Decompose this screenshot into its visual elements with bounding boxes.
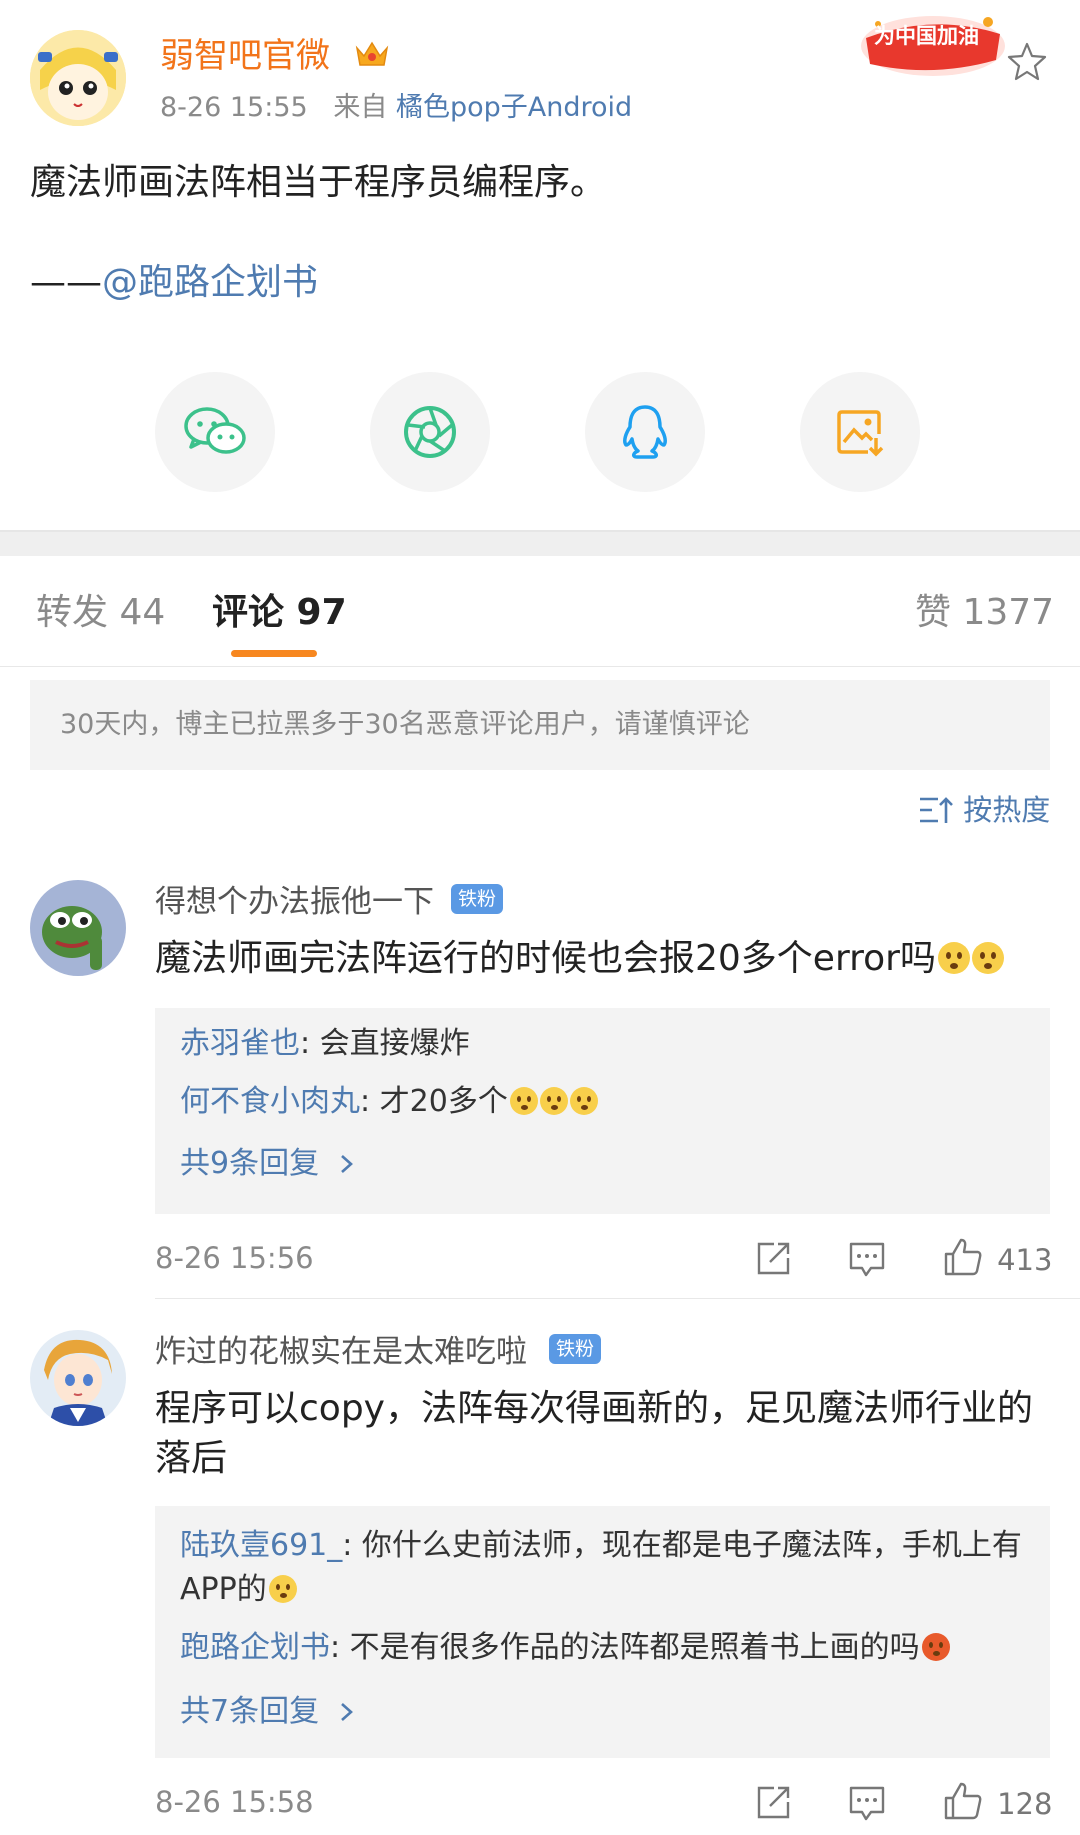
surprised-emoji-icon bbox=[971, 942, 1004, 974]
sort-label: 按热度 bbox=[963, 793, 1051, 827]
wechat-icon bbox=[184, 407, 246, 454]
more-replies-link[interactable]: 共7条回复 bbox=[180, 1690, 357, 1734]
save-image-icon bbox=[837, 410, 884, 457]
tab-divider bbox=[0, 666, 1080, 667]
repost-comment-icon[interactable] bbox=[754, 1240, 792, 1278]
post-mention-line: ——@跑路企划书 bbox=[30, 258, 318, 308]
reply-item: 何不食小肉丸: 才20多个 bbox=[180, 1080, 598, 1124]
more-replies-label: 共9条回复 bbox=[180, 1146, 320, 1181]
yummy-emoji-icon bbox=[268, 1575, 297, 1603]
share-wechat-button[interactable] bbox=[155, 372, 275, 492]
reply-text: : 不是有很多作品的法阵都是照着书上画的吗 bbox=[330, 1630, 920, 1665]
post-body: 魔法师画法阵相当于程序员编程序。 bbox=[30, 162, 607, 203]
comment-avatar[interactable] bbox=[30, 880, 126, 976]
comment-text: 魔法师画完法阵运行的时候也会报20多个error吗 bbox=[155, 934, 1055, 984]
like-count: 128 bbox=[997, 1787, 1053, 1821]
event-badge-label: 为中国加油 bbox=[874, 24, 979, 48]
reply-comment-icon[interactable] bbox=[848, 1240, 886, 1278]
source-prefix: 来自 bbox=[333, 92, 388, 123]
reply-preview-box[interactable]: 陆玖壹691_: 你什么史前法师，现在都是电子魔法阵，手机上有APP的 跑路企划… bbox=[155, 1506, 1050, 1758]
comment-avatar[interactable] bbox=[30, 1330, 126, 1426]
chevron-right-icon bbox=[340, 1703, 353, 1721]
section-gap bbox=[0, 530, 1080, 556]
reply-username[interactable]: 何不食小肉丸 bbox=[180, 1084, 360, 1119]
author-name[interactable]: 弱智吧官微 bbox=[160, 32, 330, 80]
moments-icon bbox=[404, 406, 456, 458]
crown-icon bbox=[354, 38, 390, 70]
reply-username[interactable]: 陆玖壹691_ bbox=[180, 1528, 342, 1563]
tab-likes[interactable]: 赞 1377 bbox=[915, 588, 1054, 638]
share-moments-button[interactable] bbox=[370, 372, 490, 492]
mention-dash: —— bbox=[30, 262, 102, 303]
comment-time: 8-26 15:58 bbox=[155, 1785, 314, 1819]
more-replies-label: 共7条回复 bbox=[180, 1694, 320, 1729]
sort-toggle[interactable]: 按热度 bbox=[918, 790, 1050, 830]
post-source[interactable]: 橘色pop子Android bbox=[396, 92, 632, 123]
comment-time: 8-26 15:56 bbox=[155, 1241, 314, 1275]
like-button[interactable]: 413 bbox=[942, 1236, 1052, 1280]
active-tab-indicator bbox=[231, 650, 317, 657]
thumbs-up-icon bbox=[944, 1782, 982, 1820]
surprised-emoji-icon bbox=[509, 1087, 538, 1115]
like-count: 413 bbox=[997, 1243, 1053, 1277]
comment-text: 程序可以copy，法阵每次得画新的，足见魔法师行业的落后 bbox=[155, 1388, 1033, 1479]
author-avatar[interactable] bbox=[30, 30, 126, 126]
reply-username[interactable]: 赤羽雀也 bbox=[180, 1026, 300, 1061]
share-save-image-button[interactable] bbox=[800, 372, 920, 492]
surprised-emoji-icon bbox=[937, 942, 970, 974]
reply-item: 陆玖壹691_: 你什么史前法师，现在都是电子魔法阵，手机上有APP的 bbox=[180, 1524, 1040, 1612]
like-button[interactable]: 128 bbox=[942, 1780, 1052, 1824]
reply-comment-icon[interactable] bbox=[848, 1784, 886, 1822]
angry-emoji-icon bbox=[921, 1633, 950, 1661]
comment-username[interactable]: 炸过的花椒实在是太难吃啦 bbox=[155, 1330, 527, 1374]
reply-preview-box[interactable]: 赤羽雀也: 会直接爆炸 何不食小肉丸: 才20多个 共9条回复 bbox=[155, 1008, 1050, 1214]
qq-icon bbox=[623, 405, 667, 459]
thumbs-up-icon bbox=[944, 1238, 982, 1276]
surprised-emoji-icon bbox=[569, 1087, 598, 1115]
sort-icon bbox=[920, 797, 953, 823]
more-replies-link[interactable]: 共9条回复 bbox=[180, 1142, 357, 1186]
fan-badge: 铁粉 bbox=[549, 1334, 602, 1364]
tab-repost[interactable]: 转发 44 bbox=[36, 588, 165, 638]
reply-text: : 才20多个 bbox=[360, 1084, 508, 1119]
chevron-right-icon bbox=[340, 1155, 353, 1173]
reply-item: 跑路企划书: 不是有很多作品的法阵都是照着书上画的吗 bbox=[180, 1626, 950, 1670]
comment-text-content: 魔法师画完法阵运行的时候也会报20多个error吗 bbox=[155, 938, 936, 979]
share-qq-button[interactable] bbox=[585, 372, 705, 492]
tab-comments[interactable]: 评论 97 bbox=[212, 588, 347, 638]
comment-username[interactable]: 得想个办法振他一下 bbox=[155, 880, 434, 924]
comment-notice: 30天内，博主已拉黑多于30名恶意评论用户，请谨慎评论 bbox=[30, 680, 1050, 770]
post-time: 8-26 15:55 bbox=[160, 92, 308, 123]
surprised-emoji-icon bbox=[539, 1087, 568, 1115]
repost-comment-icon[interactable] bbox=[754, 1784, 792, 1822]
reply-text: : 会直接爆炸 bbox=[300, 1026, 470, 1061]
post-meta: 8-26 15:55 来自 橘色pop子Android bbox=[160, 88, 632, 128]
reply-item: 赤羽雀也: 会直接爆炸 bbox=[180, 1022, 470, 1066]
comment-divider bbox=[155, 1298, 1080, 1299]
event-badge[interactable]: 为中国加油 bbox=[858, 8, 1008, 80]
reply-username[interactable]: 跑路企划书 bbox=[180, 1630, 330, 1665]
mention-link[interactable]: @跑路企划书 bbox=[102, 262, 318, 303]
favorite-star-icon[interactable] bbox=[1006, 40, 1048, 82]
fan-badge: 铁粉 bbox=[451, 884, 504, 914]
